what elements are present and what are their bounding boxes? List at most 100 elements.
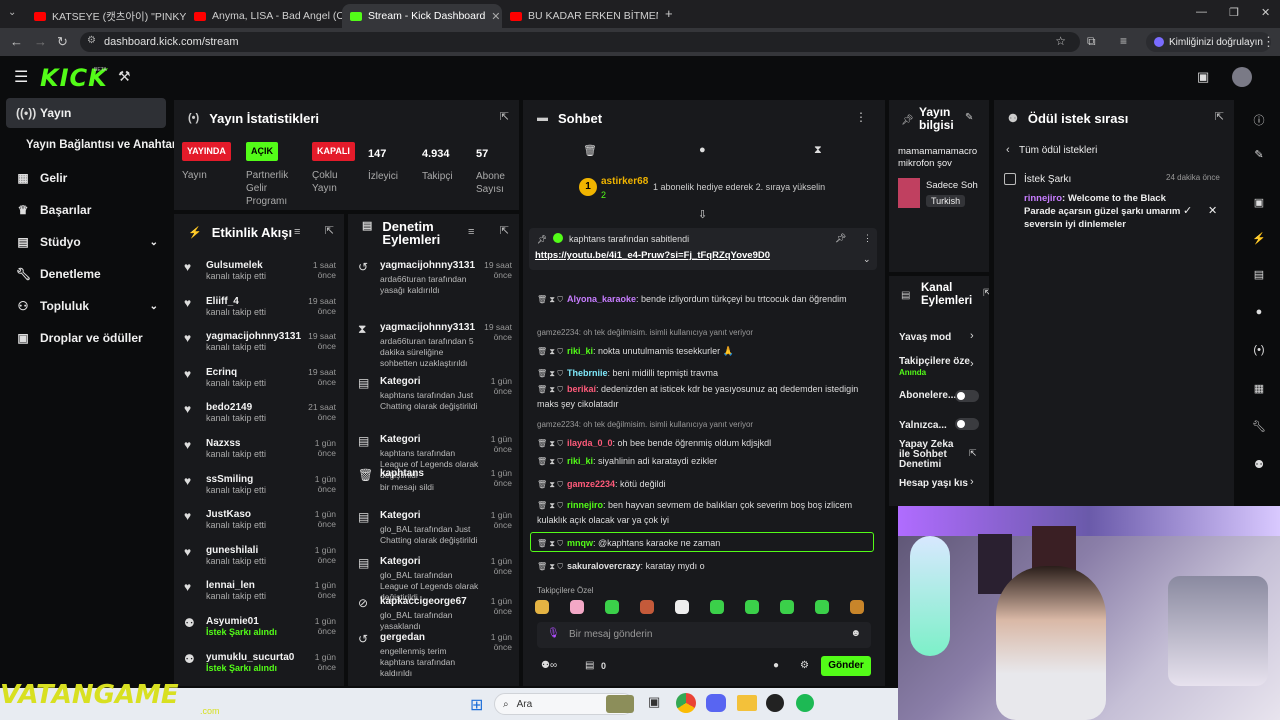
moderation-icons[interactable]: 🗑︎ ⧗ ⛉ [537, 385, 563, 394]
activity-item[interactable]: ♥ Ecrinq kanalı takip etti 19 saat önce [184, 367, 336, 397]
filter-icon[interactable]: ≡ [294, 226, 300, 238]
activity-item[interactable]: ⚉ yumuklu_sucurta0 İstek Şarkı alındı 1 gün… [184, 652, 336, 682]
account-age-label[interactable]: Hesap yaşı kıs [899, 478, 968, 489]
send-button[interactable]: Gönder [821, 656, 871, 676]
moderation-icons[interactable]: 🗑︎ ⧗ ⛉ [537, 295, 563, 304]
edit-icon[interactable]: ✎ [965, 112, 973, 123]
close-icon[interactable]: ✕ [485, 10, 500, 23]
activity-item[interactable]: ♥ lennai_len kanalı takip etti 1 gün önce [184, 580, 336, 610]
bookmark-star-icon[interactable]: ☆ [1055, 34, 1066, 48]
chat-username[interactable]: Alyona_karaoke [567, 294, 636, 304]
chat-settings-bubble-icon[interactable]: ● [773, 660, 779, 671]
chrome-icon[interactable] [676, 693, 696, 713]
sidebar-item-yayin[interactable]: ((•)) Yayın [6, 98, 166, 128]
spotify-icon[interactable] [796, 694, 814, 712]
moderation-icons[interactable]: 🗑︎ ⧗ ⛉ [537, 369, 563, 378]
chevron-right-icon[interactable]: › [970, 330, 974, 342]
sidebar-item-topluluk[interactable]: ⚇ Topluluk ⌄ [6, 291, 166, 321]
back-icon[interactable]: ← [10, 34, 23, 49]
collapse-icon[interactable]: ⇩ [698, 208, 707, 221]
emote-icon[interactable] [640, 600, 654, 614]
filter-icon[interactable]: ≡ [468, 226, 474, 238]
chat-message[interactable]: 🗑︎ ⧗ ⛉ berikaí: dedenizden at isticek kdr… [537, 382, 877, 411]
chevron-right-icon[interactable]: › [970, 358, 974, 370]
more-icon[interactable]: ⋮ [855, 110, 867, 124]
task-view-icon[interactable]: ▣ [648, 694, 660, 710]
chat-username[interactable]: riki_ki [567, 456, 593, 466]
activity-item[interactable]: ♥ yagmacijohnny3131 kanalı takip etti 19 sa… [184, 331, 336, 361]
reply-context[interactable]: gamze2234: oh tek değilmisim. isimli kul… [537, 328, 753, 337]
tab-search-icon[interactable]: ≡ [1120, 34, 1127, 48]
emote-icon[interactable] [710, 600, 724, 614]
chat-username[interactable]: riki_ki [567, 346, 593, 356]
moderation-icons[interactable]: 🗑︎ ⧗ ⛉ [537, 347, 563, 356]
reload-icon[interactable]: ↻ [57, 34, 68, 50]
chat-message[interactable]: 🗑︎ ⧗ ⛉ Alyona_karaoke: bende izliyordum t… [537, 292, 877, 307]
site-info-icon[interactable]: ⚙ [87, 35, 96, 46]
chat-username[interactable]: rinnejiro [567, 500, 603, 510]
tag-chip[interactable]: Turkish [926, 195, 966, 207]
chevron-right-icon[interactable]: › [970, 476, 974, 488]
tools-icon[interactable]: ⚒ [118, 68, 131, 85]
browser-tab-1[interactable]: KATSEYE (캣츠아이) "PINKY UP"✕ [26, 4, 186, 28]
identity-button[interactable]: Kimliğinizi doğrulayın [1146, 32, 1271, 52]
chat-input[interactable]: 🎙︎ Bir mesaj gönderin ☻ [537, 622, 871, 648]
chat-username[interactable]: berikaí [567, 384, 596, 394]
emotes-only-toggle[interactable] [955, 418, 979, 430]
forward-icon[interactable]: → [34, 34, 47, 49]
emote-icon[interactable] [745, 600, 759, 614]
browser-tab-4[interactable]: BU KADAR ERKEN BİTMEMELİYDİ✕ [502, 4, 658, 28]
external-link-icon[interactable]: ⇱ [969, 448, 977, 459]
browser-menu-icon[interactable]: ⋮ [1262, 34, 1275, 50]
emote-icon[interactable] [535, 600, 549, 614]
maximize-icon[interactable]: ❐ [1229, 6, 1239, 19]
browser-tab-2[interactable]: Anyma, LISA - Bad Angel (Offic✕ [186, 4, 342, 28]
activity-item[interactable]: ♥ guneshilali kanalı takip etti 1 gün önce [184, 545, 336, 575]
widget-icon[interactable] [606, 695, 634, 713]
select-checkbox[interactable] [1004, 173, 1016, 185]
chevron-down-icon[interactable]: ⌄ [863, 254, 871, 265]
popout-icon[interactable]: ⇱ [1215, 110, 1224, 123]
layout-icon[interactable]: ▦ [1250, 382, 1268, 400]
moderation-icons[interactable]: 🗑︎ ⧗ ⛉ [537, 439, 563, 448]
wrench-icon[interactable]: 🔧︎ [1250, 420, 1268, 438]
chat-message[interactable]: 🗑︎ ⧗ ⛉ ilayda_0_0: oh bee bende öğrenmiş … [537, 436, 877, 451]
hamburger-icon[interactable]: ☰ [14, 67, 28, 87]
chat-message[interactable]: 🗑︎ ⧗ ⛉ riki_ki: siyahlinin adi karataydi … [537, 454, 877, 469]
emote-icon[interactable] [675, 600, 689, 614]
moderation-icons[interactable]: 🗑︎ ⧗ ⛉ [537, 501, 563, 510]
discord-icon[interactable] [706, 694, 726, 712]
chat-username[interactable]: gamze2234 [567, 479, 615, 489]
info-icon[interactable]: ⓘ [1250, 112, 1268, 130]
list-icon[interactable]: ▤ [1250, 268, 1268, 286]
browser-tab-3[interactable]: Stream - Kick Dashboard ✕ [342, 4, 502, 28]
pinned-more-icon[interactable]: ⋮ [863, 233, 872, 244]
emote-icon[interactable] [815, 600, 829, 614]
moderation-icons[interactable]: 🗑︎ ⧗ ⛉ [537, 480, 563, 489]
emoji-icon[interactable]: ☻ [850, 628, 861, 639]
activity-item[interactable]: ♥ JustKaso kanalı takip etti 1 gün önce [184, 509, 336, 539]
sidebar-item-droplar[interactable]: ▣ Droplar ve ödüller [6, 323, 166, 353]
subscribers-only-toggle[interactable] [955, 390, 979, 402]
reject-icon[interactable]: ✕ [1208, 204, 1217, 217]
folder-icon[interactable] [737, 695, 757, 711]
reply-context[interactable]: gamze2234: oh tek değilmisim. isimli kul… [537, 420, 753, 429]
emote-icon[interactable] [605, 600, 619, 614]
moderation-icons[interactable]: 🗑︎ ⧗ ⛉ [537, 562, 563, 571]
chat-message[interactable]: 🗑︎ ⧗ ⛉ sakuralovercrazy: karatay mydı o [537, 559, 877, 574]
hourglass-icon[interactable]: ⧗ [814, 144, 822, 157]
extensions-icon[interactable]: ⧉ [1087, 34, 1096, 49]
windows-start-icon[interactable]: ⊞ [470, 695, 483, 715]
mic-icon[interactable]: 🎙︎ [547, 628, 560, 639]
activity-item[interactable]: ♥ Gulsumelek kanalı takip etti 1 saat önce [184, 260, 336, 290]
url-field[interactable]: ⚙ dashboard.kick.com/stream ☆ [80, 32, 1080, 52]
window-close-icon[interactable]: ✕ [1261, 6, 1270, 19]
tab-list-icon[interactable]: ⌄ [8, 7, 16, 18]
chat-message[interactable]: 🗑︎ ⧗ ⛉ Thebrniie: beni midilli tepmişti t… [537, 366, 877, 381]
followers-only-label[interactable]: Takipçilere öze [899, 356, 970, 367]
activity-item[interactable]: ♥ Nazxss kanalı takip etti 1 gün önce [184, 438, 336, 468]
obs-icon[interactable] [766, 694, 784, 712]
chat-username[interactable]: sakuralovercrazy [567, 561, 641, 571]
ai-moderation-label[interactable]: Yapay Zeka ile Sohbet Denetimi [899, 440, 963, 470]
sidebar-item-basarilar[interactable]: ♛ Başarılar [6, 195, 166, 225]
